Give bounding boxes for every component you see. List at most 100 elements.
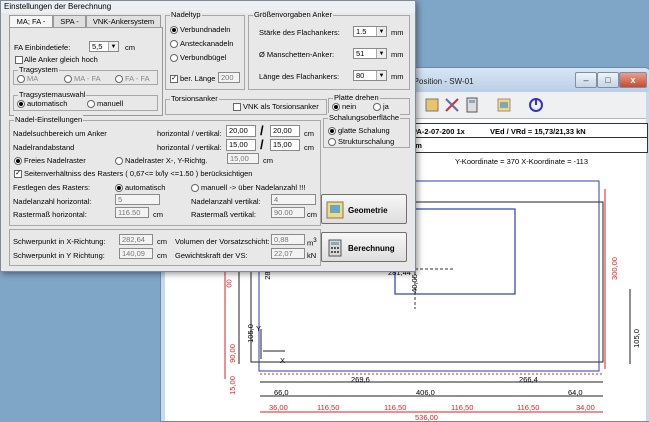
- dialog-titlebar[interactable]: Einstellungen der Berechnung: [1, 1, 415, 13]
- calculator-icon[interactable]: [463, 96, 481, 114]
- bottom-dim-12: 536,00: [415, 413, 438, 422]
- tab-spa[interactable]: SPA -: [53, 15, 86, 27]
- staerke-select[interactable]: 1.5 ▼: [353, 26, 387, 37]
- auswahl-manuell-label: manuell: [97, 99, 124, 108]
- freies-raster-radio[interactable]: [14, 157, 22, 165]
- platte-nein-radio[interactable]: [332, 103, 340, 111]
- tool-icon-1[interactable]: [423, 96, 441, 114]
- rastermass-h-unit: cm: [153, 210, 163, 219]
- groessenvorgaben-title: Größenvorgaben Anker: [253, 10, 333, 19]
- torsionsanker-title: Torsionsanker: [170, 94, 219, 103]
- slash-separator: /: [260, 123, 264, 138]
- seitenverh-label: Seitenverhältniss des Rasters ( 0,67<= l…: [24, 169, 253, 178]
- bottom-dim-11: 34,00: [576, 403, 595, 412]
- ber-laenge-field[interactable]: 200: [218, 72, 240, 83]
- delete-icon[interactable]: [443, 96, 461, 114]
- document-icon[interactable]: [495, 96, 513, 114]
- randabstand-v-field[interactable]: 15,00: [270, 139, 300, 151]
- schalung-struktur-radio[interactable]: [328, 138, 336, 146]
- axis-y-label: Y: [256, 324, 262, 333]
- maximize-button[interactable]: □: [597, 72, 619, 88]
- nadeltyp-verbund-radio[interactable]: [170, 26, 178, 34]
- suchbereich-label: Nadelsuchbereich um Anker: [13, 129, 107, 138]
- platte-ja-radio[interactable]: [373, 103, 381, 111]
- bottom-dim-7: 116,50: [317, 403, 340, 412]
- laenge-select[interactable]: 80 ▼: [353, 70, 387, 81]
- geometry-icon: [326, 201, 344, 219]
- bottom-dim-4: 406,0: [416, 388, 435, 397]
- suchbereich-hv-label: horizontal / vertikal:: [157, 129, 222, 138]
- rastermass-v-field[interactable]: 90.00: [271, 207, 305, 218]
- bottom-dim-1: 269,6: [351, 375, 370, 384]
- schwerpunkt-y-label: Schwerpunkt in Y Richtung:: [13, 251, 105, 260]
- bottom-dim-5: 64,0: [568, 388, 583, 397]
- bottom-dim-2: 266,4: [519, 375, 538, 384]
- rastermass-h-field[interactable]: 116.50: [115, 207, 149, 218]
- tragsystem-fa-fa-radio[interactable]: [115, 75, 123, 83]
- anzahl-h-field[interactable]: 5: [115, 194, 160, 205]
- chevron-down-icon: ▼: [376, 71, 386, 80]
- suchbereich-h-field[interactable]: 20,00: [226, 125, 256, 137]
- dim-left-5: 00: [224, 279, 234, 288]
- seitenverh-checkbox[interactable]: ✓: [14, 170, 22, 178]
- platte-drehen-title: Platte drehen: [333, 93, 380, 102]
- dim-label-2: 40,05: [409, 274, 419, 293]
- nadeltyp-buegel-radio[interactable]: [170, 54, 178, 62]
- laenge-unit: mm: [391, 72, 404, 81]
- randabstand-hv-label: horizontal / vertikal:: [157, 143, 222, 152]
- tab-vnk-ankersystem[interactable]: VNK-Ankersystem: [86, 15, 161, 27]
- close-button[interactable]: x: [619, 72, 647, 88]
- power-icon[interactable]: [527, 96, 545, 114]
- festlegen-manuell-label: manuell -> über Nadelanzahl !!!: [201, 183, 306, 192]
- staerke-unit: mm: [391, 28, 404, 37]
- nadeltyp-anstecka-label: Ansteckanadeln: [180, 39, 234, 48]
- calculator-icon: [328, 239, 342, 257]
- nadeltyp-verbund-label: Verbundnadeln: [180, 25, 231, 34]
- nadeltyp-title: Nadeltyp: [170, 10, 202, 19]
- berechnung-button[interactable]: Berechnung: [321, 232, 407, 262]
- manschetten-select[interactable]: 51 ▼: [353, 48, 387, 59]
- ber-laenge-checkbox[interactable]: ✓: [170, 75, 178, 83]
- schalung-glatt-radio[interactable]: [328, 127, 336, 135]
- suchbereich-v-field[interactable]: 20,00: [270, 125, 300, 137]
- randabstand-h-field[interactable]: 15,00: [226, 139, 256, 151]
- tragsystem-ma-fa-radio[interactable]: [64, 75, 72, 83]
- slash-separator: /: [260, 137, 264, 152]
- festlegen-manuell-radio[interactable]: [191, 184, 199, 192]
- minimize-button[interactable]: –: [575, 72, 597, 88]
- suchbereich-unit: cm: [304, 129, 314, 138]
- gewicht-field[interactable]: 22,07: [271, 248, 305, 259]
- dim-right-2: 105,0: [631, 329, 641, 348]
- schwerpunkt-y-field[interactable]: 140,09: [119, 248, 153, 259]
- bottom-dim-6: 36,00: [269, 403, 288, 412]
- bottom-dim-10: 116,50: [517, 403, 540, 412]
- einbindetiefe-label: FA Einbindetiefe:: [14, 43, 71, 52]
- laenge-label: Länge des Flachankers:: [259, 72, 340, 81]
- geometrie-button[interactable]: Geometrie: [321, 194, 407, 224]
- auswahl-automatisch-label: automatisch: [27, 99, 68, 108]
- auswahl-manuell-radio[interactable]: [87, 100, 95, 108]
- schwerpunkt-x-label: Schwerpunkt in X-Richtung:: [13, 237, 106, 246]
- randabstand-unit: cm: [304, 143, 314, 152]
- festlegen-automatisch-radio[interactable]: [115, 184, 123, 192]
- alle-anker-checkbox[interactable]: [15, 56, 23, 64]
- nadel-einstellungen-title: Nadel-Einstellungen: [14, 115, 84, 124]
- vnk-torsion-checkbox[interactable]: [233, 103, 241, 111]
- anzahl-v-field[interactable]: 4: [271, 194, 316, 205]
- rastermass-h-label: Rastermaß horizontal:: [13, 210, 87, 219]
- dim-left-3: 90,00: [227, 344, 237, 363]
- auswahl-automatisch-radio[interactable]: [17, 100, 25, 108]
- nadelraster-xy-radio[interactable]: [115, 157, 123, 165]
- nadeltyp-anstecka-radio[interactable]: [170, 40, 178, 48]
- gewicht-label: Gewichtskraft der VS:: [175, 251, 248, 260]
- schalung-glatt-label: glatte Schalung: [338, 126, 390, 135]
- schwerpunkt-x-field[interactable]: 282,64: [119, 234, 153, 245]
- tragsystem-fa-fa-label: FA - FA: [125, 74, 150, 83]
- dim-left-2: 105,0: [245, 324, 255, 343]
- volumen-field[interactable]: 0,88: [271, 234, 305, 245]
- manschetten-unit: mm: [391, 50, 404, 59]
- anzahl-v-label: Nadelanzahl vertikal:: [191, 197, 261, 206]
- tragsystem-ma-radio[interactable]: [17, 75, 25, 83]
- einbindetiefe-select[interactable]: 5,5 ▼: [89, 41, 119, 52]
- raster-field[interactable]: 15,00: [227, 153, 259, 164]
